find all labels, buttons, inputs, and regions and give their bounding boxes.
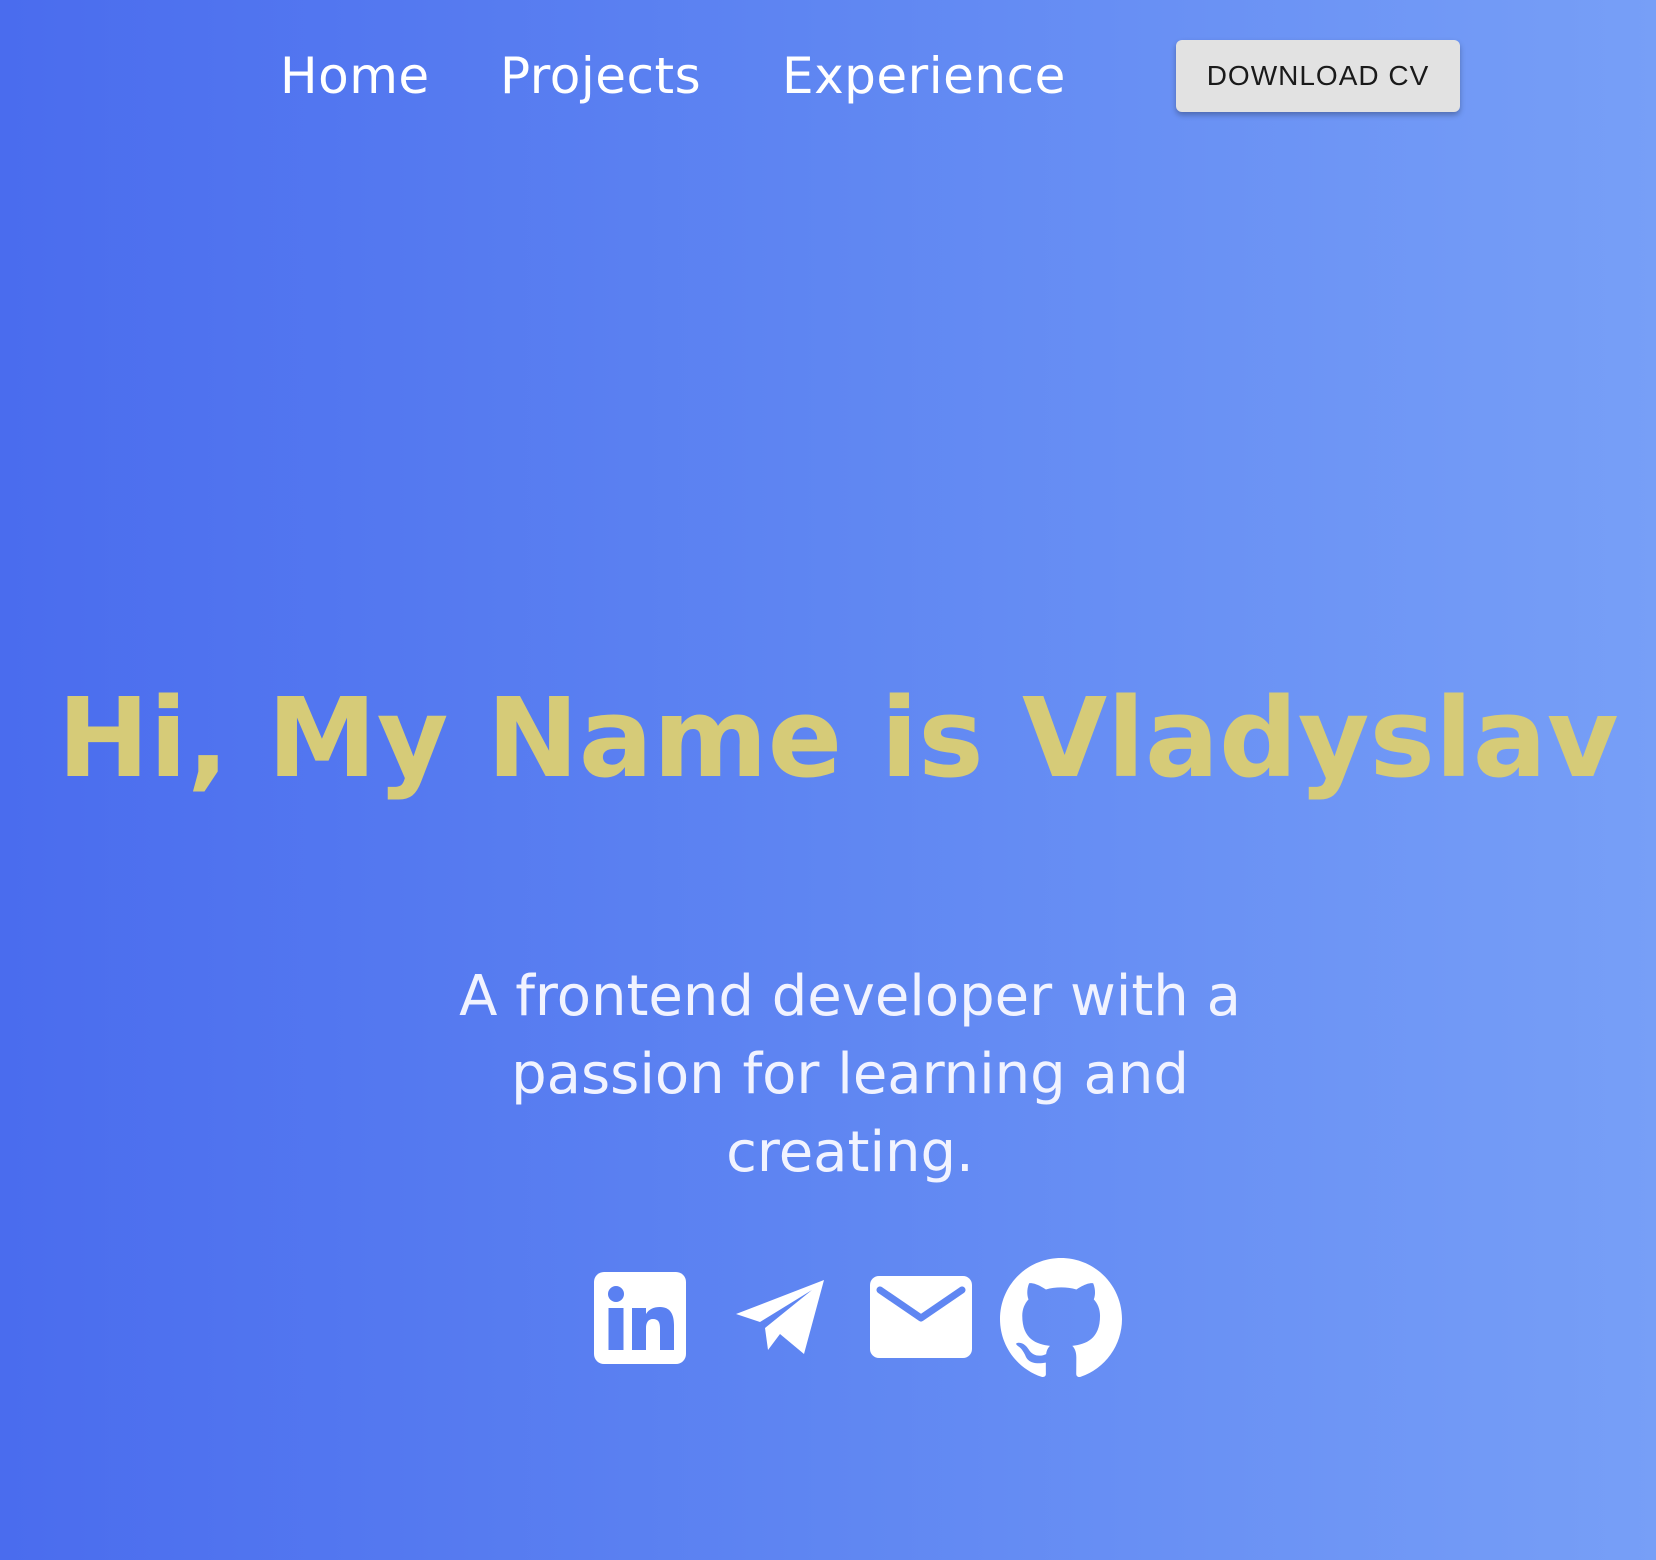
top-navigation: Home Projects Experience DOWNLOAD CV (0, 0, 1656, 150)
hero-subtitle: A frontend developer with a passion for … (459, 964, 1241, 1185)
nav-link-projects[interactable]: Projects (500, 46, 701, 106)
linkedin-icon (594, 1272, 686, 1364)
mail-link[interactable] (870, 1276, 972, 1396)
nav-link-experience[interactable]: Experience (782, 46, 1066, 106)
telegram-link[interactable] (732, 1278, 828, 1398)
nav-link-home[interactable]: Home (280, 46, 430, 106)
mail-icon (870, 1276, 972, 1358)
download-cv-button[interactable]: DOWNLOAD CV (1176, 40, 1460, 112)
github-icon (1000, 1258, 1122, 1377)
linkedin-link[interactable] (594, 1272, 686, 1392)
github-link[interactable] (1000, 1258, 1122, 1378)
hero-title: Hi, My Name is Vladyslav (57, 674, 1619, 802)
telegram-icon (736, 1280, 824, 1354)
